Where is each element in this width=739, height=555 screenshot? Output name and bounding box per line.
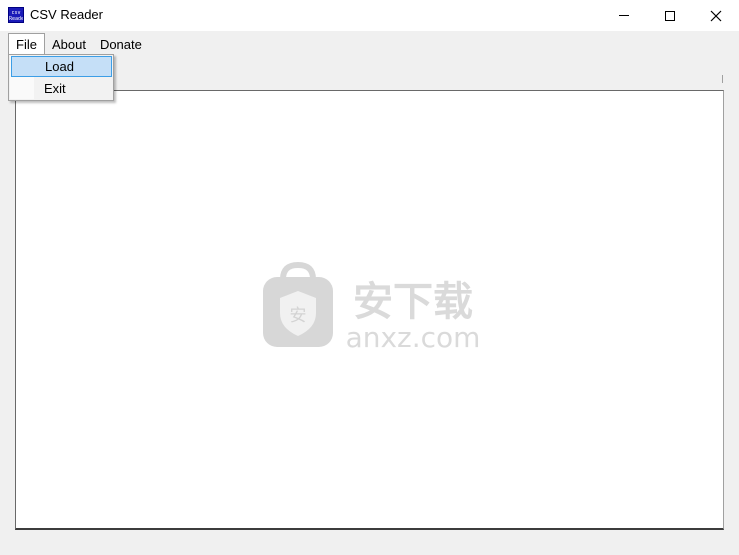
- menu-item-load[interactable]: Load: [11, 56, 112, 77]
- file-dropdown-menu: Load Exit: [8, 54, 114, 101]
- menu-file[interactable]: File: [8, 33, 45, 55]
- menu-item-exit[interactable]: Exit: [11, 78, 112, 99]
- svg-text:安: 安: [290, 306, 307, 326]
- watermark-text-cn: 安下载: [353, 279, 473, 325]
- maximize-icon: [665, 10, 675, 21]
- watermark-text-domain: anxz.com: [346, 321, 481, 354]
- minimize-button[interactable]: [601, 0, 647, 31]
- watermark: 安 安下载 anxz.com: [263, 261, 481, 354]
- maximize-button[interactable]: [647, 0, 693, 31]
- menu-bar: File About Donate: [8, 33, 149, 55]
- menu-about[interactable]: About: [45, 33, 93, 55]
- minimize-icon: [619, 15, 629, 16]
- form-client-area: File About Donate 安 安下载 anxz.com Load Ex…: [0, 31, 739, 555]
- title-bar: csvReader CSV Reader: [0, 0, 739, 31]
- close-button[interactable]: [693, 0, 739, 31]
- panel-edge: [722, 75, 723, 83]
- window-title: CSV Reader: [30, 7, 103, 22]
- csv-data-grid[interactable]: 安 安下载 anxz.com: [15, 90, 724, 530]
- csv-app-icon[interactable]: csvReader: [8, 7, 24, 23]
- close-icon: [710, 10, 722, 21]
- shield-bag-icon: 安: [263, 261, 333, 347]
- menu-donate[interactable]: Donate: [93, 33, 149, 55]
